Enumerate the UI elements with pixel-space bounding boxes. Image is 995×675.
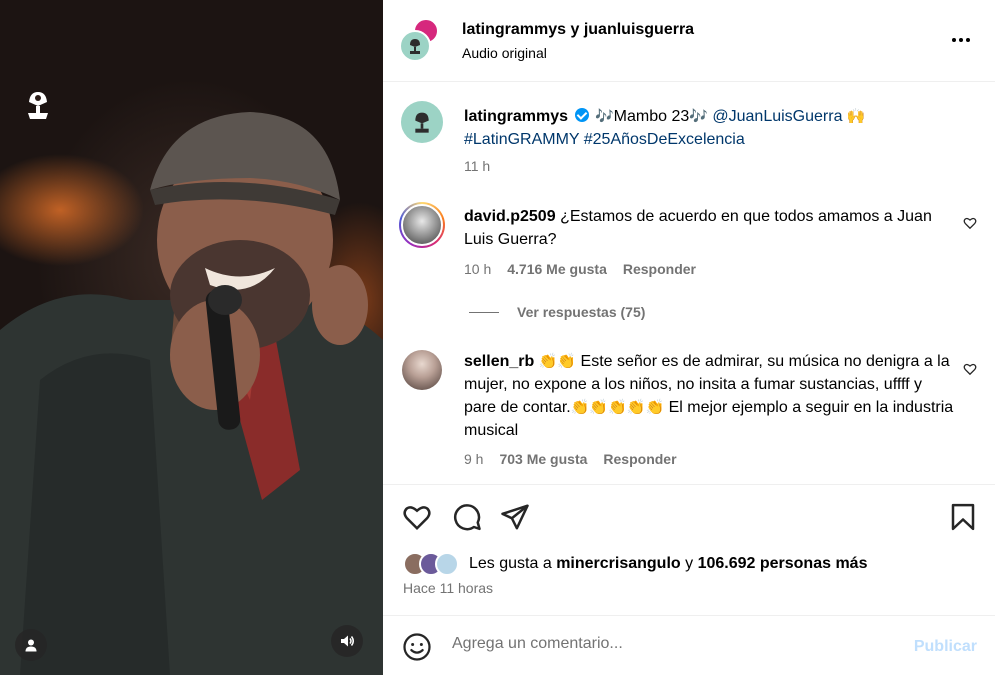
- music-emoji: 🎶: [689, 108, 708, 125]
- caption-text: Mambo 23: [613, 108, 690, 125]
- likes-text: Les gusta a minercrisangulo y 106.692 pe…: [469, 555, 868, 572]
- author-avatar[interactable]: [401, 101, 443, 143]
- commenter-avatar[interactable]: [399, 202, 445, 248]
- collab-avatars[interactable]: [399, 18, 443, 62]
- comment-input[interactable]: [452, 635, 892, 653]
- volume-icon: [341, 635, 354, 647]
- heart-icon[interactable]: [963, 216, 977, 230]
- comment-meta: 10 h 4.716 Me gusta Responder: [464, 261, 696, 277]
- post-actions-bar: [383, 484, 995, 550]
- tagged-users-button[interactable]: [15, 629, 47, 661]
- caption-username[interactable]: latingrammys: [464, 108, 568, 125]
- post-header: latingrammys y juanluisguerra Audio orig…: [383, 0, 995, 82]
- mention-link[interactable]: @JuanLuisGuerra: [712, 108, 842, 125]
- audio-label[interactable]: Audio original: [462, 45, 547, 61]
- reply-button[interactable]: Responder: [603, 451, 676, 467]
- divider: [469, 311, 499, 313]
- comment-likes[interactable]: 703 Me gusta: [499, 451, 587, 467]
- more-icon: [952, 38, 956, 42]
- music-emoji: 🎶: [594, 108, 614, 125]
- video-frame: [0, 112, 383, 675]
- view-replies-label: Ver respuestas (75): [517, 304, 646, 320]
- hashtag-links[interactable]: #LatinGRAMMY #25AñosDeExcelencia: [464, 131, 745, 148]
- comment-item: sellen_rb 👏👏 Este señor es de admirar, s…: [464, 350, 954, 442]
- grammy-avatar-icon: [410, 39, 420, 54]
- likes-summary[interactable]: Les gusta a minercrisangulo y 106.692 pe…: [403, 551, 867, 577]
- comment-likes[interactable]: 4.716 Me gusta: [507, 261, 607, 277]
- post-author-title[interactable]: latingrammys y juanluisguerra: [462, 21, 694, 39]
- comment-time[interactable]: 10 h: [464, 261, 491, 277]
- comment-meta: 9 h 703 Me gusta Responder: [464, 451, 677, 467]
- emoji-icon[interactable]: [402, 632, 432, 662]
- comment-item: david.p2509 ¿Estamos de acuerdo en que t…: [464, 205, 944, 251]
- video-player[interactable]: [0, 0, 383, 675]
- post-time[interactable]: Hace 11 horas: [403, 580, 493, 596]
- heart-icon[interactable]: [402, 502, 432, 532]
- avatar: [401, 204, 443, 246]
- view-replies-button[interactable]: Ver respuestas (75): [469, 304, 645, 320]
- comment-time[interactable]: 9 h: [464, 451, 483, 467]
- share-icon[interactable]: [500, 502, 530, 532]
- hands-emoji: 🙌: [846, 108, 866, 125]
- likes-count[interactable]: 106.692 personas más: [698, 555, 868, 572]
- post-details-panel: latingrammys y juanluisguerra Audio orig…: [383, 0, 995, 675]
- avatar: [435, 552, 459, 576]
- reply-button[interactable]: Responder: [623, 261, 696, 277]
- clap-emoji: 👏👏👏👏👏: [570, 399, 665, 416]
- add-comment-bar: Publicar: [383, 615, 995, 675]
- comment-username[interactable]: sellen_rb: [464, 353, 534, 370]
- verified-icon: [574, 108, 589, 122]
- publish-button[interactable]: Publicar: [914, 638, 977, 656]
- clap-emoji: 👏👏: [538, 353, 577, 370]
- post-caption: latingrammys 🎶Mambo 23🎶 @JuanLuisGuerra …: [464, 105, 964, 151]
- comment-icon[interactable]: [452, 502, 482, 532]
- commenter-avatar[interactable]: [402, 350, 442, 390]
- grammy-logo-icon: [28, 92, 48, 119]
- caption-time[interactable]: 11 h: [464, 158, 490, 174]
- bookmark-icon[interactable]: [948, 502, 978, 532]
- liker-avatars: [403, 552, 463, 576]
- user-icon: [25, 639, 37, 652]
- grammy-avatar-icon: [415, 112, 429, 133]
- mute-toggle-button[interactable]: [331, 625, 363, 657]
- more-options-button[interactable]: [951, 30, 971, 50]
- heart-icon[interactable]: [963, 362, 977, 376]
- liker-username[interactable]: minercrisangulo: [556, 555, 680, 572]
- comment-username[interactable]: david.p2509: [464, 208, 556, 225]
- avatar: [399, 30, 431, 62]
